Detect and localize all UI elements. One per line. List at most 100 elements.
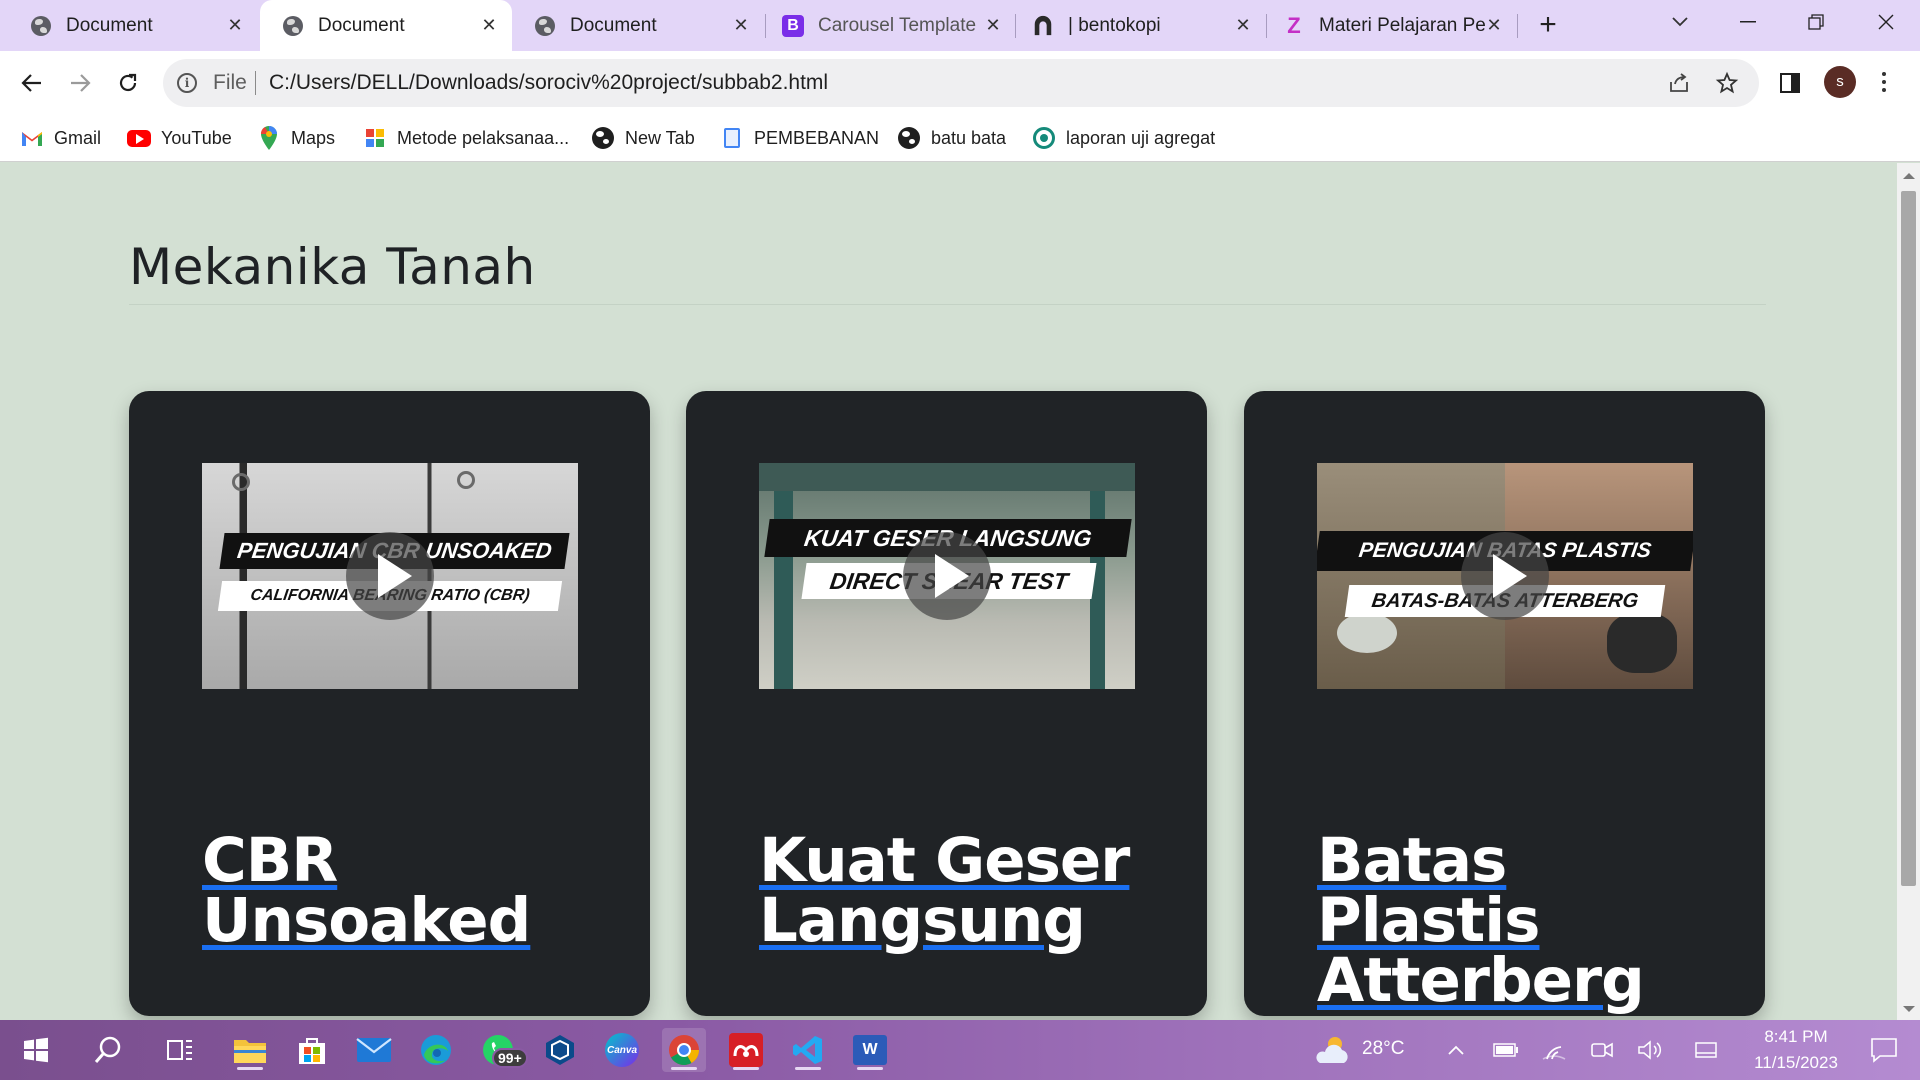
battery-icon <box>1493 1043 1518 1057</box>
browser-tab[interactable]: | bentokopi ✕ <box>1016 0 1266 51</box>
browser-tab-active[interactable]: Document ✕ <box>260 0 512 51</box>
bookmark-metode[interactable]: Metode pelaksanaa... <box>363 124 569 152</box>
tab-separator <box>1517 14 1518 38</box>
taskbar-canva[interactable]: Canva <box>600 1028 644 1072</box>
notification-center-button[interactable] <box>1862 1028 1906 1072</box>
bookmark-gmail[interactable]: Gmail <box>20 124 101 152</box>
tab-search-button[interactable] <box>1650 0 1710 44</box>
minimize-button[interactable] <box>1718 0 1778 44</box>
bookmark-label: PEMBEBANAN <box>754 127 880 148</box>
task-view-button[interactable] <box>158 1028 202 1072</box>
menu-button[interactable] <box>1876 64 1892 100</box>
battery-status[interactable] <box>1488 1028 1524 1072</box>
tab-title: | bentokopi <box>1068 14 1161 36</box>
close-icon[interactable]: ✕ <box>732 15 750 36</box>
forward-arrow-icon <box>71 74 91 92</box>
restore-button[interactable] <box>1786 0 1846 44</box>
card-title-link[interactable]: Kuat Geser Langsung <box>759 830 1179 951</box>
document-icon <box>720 126 744 150</box>
close-icon[interactable]: ✕ <box>1485 15 1503 36</box>
scroll-down-arrow-icon[interactable] <box>1903 1006 1915 1012</box>
video-thumbnail[interactable]: PENGUJIAN BATAS PLASTIS BATAS-BATAS ATTE… <box>1317 463 1693 689</box>
card-title-link[interactable]: CBR Unsoaked <box>202 830 622 951</box>
globe-icon <box>897 126 921 150</box>
bookmark-label: Gmail <box>54 127 102 148</box>
video-card-cbr: PENGUJIAN CBR UNSOAKED CALIFORNIA BEARIN… <box>129 391 650 1016</box>
info-icon[interactable]: i <box>177 73 197 93</box>
taskbar-mendeley[interactable] <box>724 1028 768 1072</box>
globe-icon <box>534 15 556 37</box>
camera-icon <box>1591 1042 1613 1058</box>
forward-button[interactable] <box>62 65 98 101</box>
back-button[interactable] <box>14 65 50 101</box>
browser-tab[interactable]: Z Materi Pelajaran Pe ✕ <box>1267 0 1517 51</box>
video-card-batas-plastis: PENGUJIAN BATAS PLASTIS BATAS-BATAS ATTE… <box>1244 391 1765 1016</box>
share-icon[interactable] <box>1667 71 1691 95</box>
browser-toolbar: i File C:/Users/DELL/Downloads/sorociv%2… <box>0 51 1920 114</box>
browser-tab[interactable]: Document ✕ <box>512 0 764 51</box>
globe-icon <box>591 126 615 150</box>
weather-widget[interactable] <box>1310 1028 1354 1072</box>
reload-button[interactable] <box>110 65 146 101</box>
url-text[interactable]: C:/Users/DELL/Downloads/sorociv%20projec… <box>269 71 828 95</box>
wifi-status[interactable] <box>1536 1028 1572 1072</box>
profile-avatar[interactable]: s <box>1824 66 1856 98</box>
card-title-link[interactable]: Batas Plastis Atterberg <box>1317 830 1737 1011</box>
site-icon <box>1032 126 1056 150</box>
bookmark-star-icon[interactable] <box>1715 71 1739 95</box>
close-icon <box>1878 14 1894 30</box>
weather-temperature[interactable]: 28°C <box>1362 1038 1404 1060</box>
input-indicator[interactable] <box>1688 1028 1724 1072</box>
play-icon[interactable] <box>1461 532 1549 620</box>
close-icon[interactable]: ✕ <box>480 15 498 36</box>
tab-title: Document <box>66 14 153 36</box>
browser-tab[interactable]: B Carousel Template ✕ <box>766 0 1016 51</box>
play-icon[interactable] <box>903 532 991 620</box>
scrollbar-thumb[interactable] <box>1901 191 1916 886</box>
video-card-kuat-geser: KUAT GESER LANGSUNG DIRECT SHEAR TEST Ku… <box>686 391 1207 1016</box>
bookmark-youtube[interactable]: YouTube <box>127 124 232 152</box>
address-bar[interactable]: i File C:/Users/DELL/Downloads/sorociv%2… <box>163 59 1759 107</box>
running-indicator <box>795 1067 821 1070</box>
search-button[interactable] <box>86 1028 130 1072</box>
taskbar-edge[interactable] <box>414 1028 458 1072</box>
video-thumbnail[interactable]: KUAT GESER LANGSUNG DIRECT SHEAR TEST <box>759 463 1135 689</box>
restore-icon <box>1808 14 1824 30</box>
bookmark-laporan[interactable]: laporan uji agregat <box>1032 124 1215 152</box>
gmail-icon <box>20 126 44 150</box>
taskbar-sketchup[interactable] <box>538 1028 582 1072</box>
close-icon[interactable]: ✕ <box>1234 15 1252 36</box>
meet-now-status[interactable] <box>1584 1028 1620 1072</box>
bookmark-label: laporan uji agregat <box>1066 127 1216 148</box>
scroll-up-arrow-icon[interactable] <box>1903 173 1915 179</box>
z-icon: Z <box>1287 12 1301 38</box>
close-icon[interactable]: ✕ <box>226 15 244 36</box>
taskbar-word[interactable]: W <box>848 1028 892 1072</box>
card-title-line: Langsung <box>759 885 1086 956</box>
bookmark-pembebanan[interactable]: PEMBEBANAN <box>720 124 879 152</box>
edge-icon <box>421 1035 451 1065</box>
volume-control[interactable] <box>1632 1028 1668 1072</box>
new-tab-button[interactable]: + <box>1530 8 1566 44</box>
tray-overflow-button[interactable] <box>1438 1028 1474 1072</box>
system-clock[interactable]: 8:41 PM 11/15/2023 <box>1736 1024 1856 1076</box>
play-icon[interactable] <box>346 532 434 620</box>
bookmark-batu-bata[interactable]: batu bata <box>897 124 1006 152</box>
side-panel-button[interactable] <box>1772 65 1808 101</box>
close-icon[interactable]: ✕ <box>984 15 1002 36</box>
tab-title: Document <box>570 14 657 36</box>
close-window-button[interactable] <box>1856 0 1916 44</box>
video-thumbnail[interactable]: PENGUJIAN CBR UNSOAKED CALIFORNIA BEARIN… <box>202 463 578 689</box>
browser-tab[interactable]: Document ✕ <box>0 0 258 51</box>
taskbar-chrome[interactable] <box>662 1028 706 1072</box>
keyboard-icon <box>1695 1042 1717 1058</box>
taskbar-vscode[interactable] <box>786 1028 830 1072</box>
taskbar-whatsapp[interactable]: 99+ <box>476 1028 528 1072</box>
taskbar-mail[interactable] <box>352 1028 396 1072</box>
page-scrollbar[interactable] <box>1897 163 1920 1020</box>
bookmark-maps[interactable]: Maps <box>257 124 335 152</box>
taskbar-file-explorer[interactable] <box>228 1028 272 1072</box>
taskbar-store[interactable] <box>290 1028 334 1072</box>
bookmark-new-tab[interactable]: New Tab <box>591 124 695 152</box>
start-button[interactable] <box>14 1028 58 1072</box>
